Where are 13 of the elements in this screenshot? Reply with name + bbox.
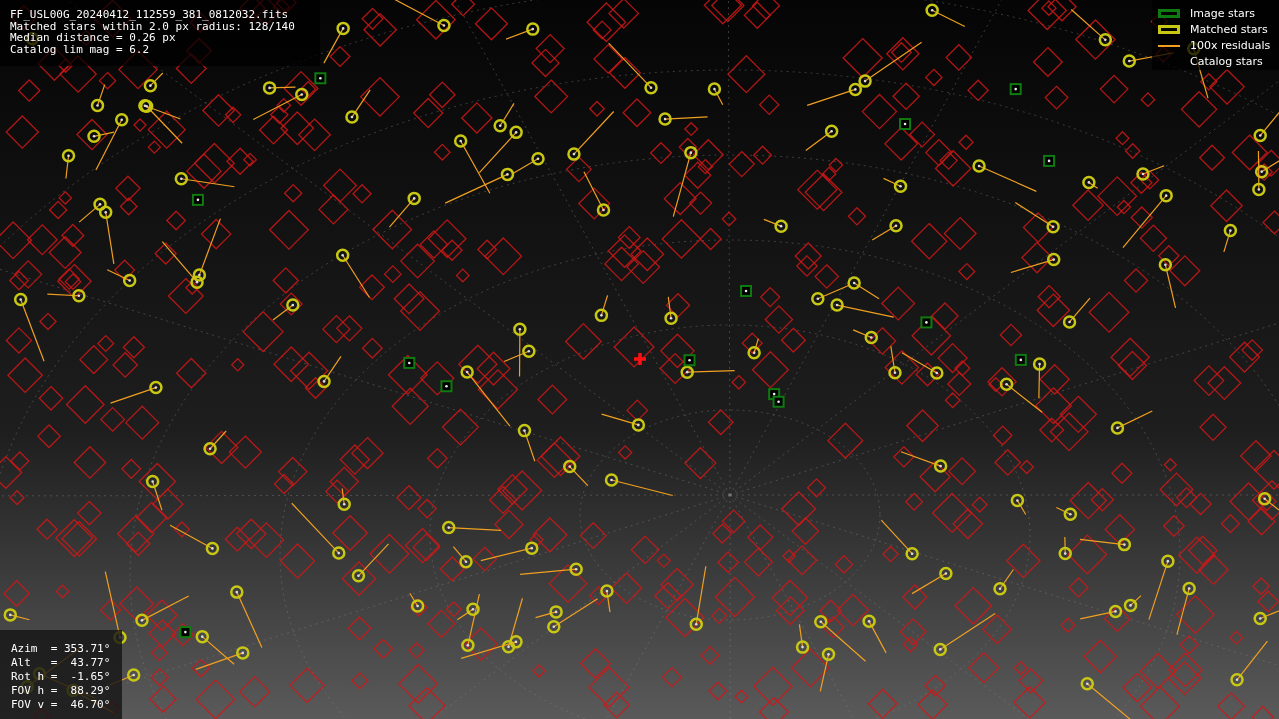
info-text: Median distance = 0.26 px bbox=[10, 32, 176, 44]
info-text: Matched stars within 2.0 px radius: 128/140 bbox=[10, 20, 296, 32]
legend-label: Matched stars bbox=[1190, 22, 1268, 37]
pointing-text: Azim = 353.71° bbox=[11, 642, 111, 656]
info-text: FF_USL00G_20240412_112559_381_0812032.fits bbox=[10, 9, 290, 21]
pointing-text: Rot h = -1.65° bbox=[11, 670, 111, 684]
legend-label: Image stars bbox=[1190, 6, 1255, 21]
pointing-text: Alt = 43.77° bbox=[11, 656, 111, 670]
legend-label: 100x residuals bbox=[1190, 38, 1271, 53]
pointing-text: FOV v = 46.70° bbox=[11, 698, 111, 712]
info-text: Catalog lim mag = 6.2 bbox=[10, 43, 151, 55]
legend-label: Catalog stars bbox=[1190, 54, 1263, 69]
pointing-text: FOV h = 88.29° bbox=[11, 684, 111, 698]
